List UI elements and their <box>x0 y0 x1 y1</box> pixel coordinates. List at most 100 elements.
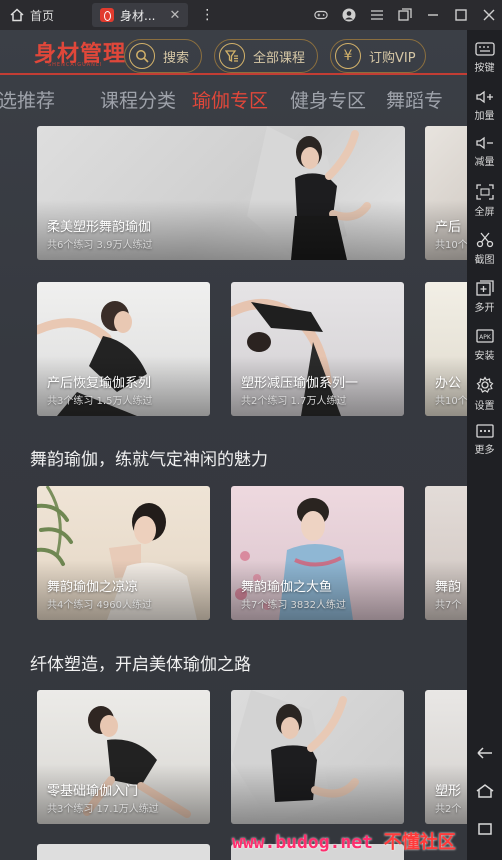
watermark-url: www.budog.net <box>232 832 373 853</box>
tab-course-categories[interactable]: 课程分类 <box>100 86 176 113</box>
filter-icon <box>219 43 245 69</box>
app-tab[interactable]: 身材... ✕ <box>92 3 189 27</box>
tab-fitness-zone[interactable]: 健身专区 <box>290 86 366 113</box>
house-icon <box>10 8 24 22</box>
nav-home-button[interactable] <box>467 784 502 801</box>
course-title: 塑形减压瑜伽系列一 <box>241 376 359 391</box>
sidebar-item-keys[interactable]: 按键 <box>467 42 502 74</box>
sidebar-item-label: 截图 <box>474 255 495 266</box>
close-window-icon[interactable] <box>482 8 496 22</box>
sidebar-item-screenshot[interactable]: 截图 <box>467 232 502 266</box>
nav-back-button[interactable] <box>467 746 502 763</box>
app-screen: 身材管理 SHENCAIGUANLI 搜索 全部课程 ¥ 订购VIP 选推荐 课… <box>0 30 467 860</box>
emulator-window: { "window": { "home_tab": "首页", "app_tab… <box>0 0 502 860</box>
course-card[interactable] <box>231 690 404 824</box>
course-title: 零基础瑜伽入门 <box>47 784 139 799</box>
gamepad-icon[interactable] <box>314 8 328 22</box>
course-title: 舞韵瑜伽之大鱼 <box>241 580 333 595</box>
course-meta: 共3个练习 1.5万人练过 <box>47 396 153 407</box>
back-arrow-icon <box>476 747 492 759</box>
course-card[interactable]: 产后恢复瑜伽系列 共3个练习 1.5万人练过 <box>37 282 210 416</box>
course-title: 产后 <box>435 220 462 235</box>
app-tab-label: 身材... <box>120 8 156 23</box>
course-meta: 共10个 <box>435 396 467 407</box>
watermark-brand: 不懂社区 <box>383 832 456 853</box>
scissors-icon <box>476 232 493 248</box>
home-tab-label: 首页 <box>30 8 55 23</box>
course-card[interactable]: 塑形减压瑜伽系列一 共2个练习 1.7万人练过 <box>231 282 404 416</box>
menu-icon[interactable] <box>370 8 384 22</box>
vip-button[interactable]: ¥ 订购VIP <box>330 39 426 73</box>
home-tab[interactable]: 首页 <box>0 0 64 30</box>
sidebar-item-label: 按键 <box>474 63 495 74</box>
app-header: 身材管理 SHENCAIGUANLI 搜索 全部课程 ¥ 订购VIP <box>0 30 467 75</box>
course-meta: 共2个练习 1.7万人练过 <box>241 396 347 407</box>
recents-icon <box>477 823 492 835</box>
course-meta: 共4个练习 4960人练过 <box>47 600 152 611</box>
featured-course-card[interactable]: 柔美塑形舞韵瑜伽 共6个练习 3.9万人练过 <box>37 126 405 260</box>
vip-label: 订购VIP <box>369 50 416 66</box>
app-logo-icon <box>100 8 115 22</box>
course-meta: 共10个 <box>435 240 467 251</box>
search-icon <box>129 43 155 69</box>
sidebar-item-label: 设置 <box>474 401 495 412</box>
sidebar-item-volume-down[interactable]: 减量 <box>467 136 502 168</box>
sidebar-item-label: 全屏 <box>474 207 495 218</box>
course-card[interactable]: 舞韵瑜伽之大鱼 共7个练习 3832人练过 <box>231 486 404 620</box>
minimize-icon[interactable] <box>426 8 440 22</box>
tab-recommended[interactable]: 选推荐 <box>0 86 55 113</box>
user-avatar-icon[interactable] <box>342 8 356 22</box>
sidebar-item-label: 多开 <box>474 303 495 314</box>
course-title: 办公 <box>435 376 462 391</box>
course-card[interactable]: 舞韵 共7个 <box>425 486 467 620</box>
course-card[interactable]: 办公 共10个 <box>425 282 467 416</box>
course-title: 柔美塑形舞韵瑜伽 <box>47 220 152 235</box>
course-card[interactable]: 零基础瑜伽入门 共3个练习 17.1万人练过 <box>37 690 210 824</box>
search-button[interactable]: 搜索 <box>124 39 202 73</box>
category-tabs: 选推荐 课程分类 瑜伽专区 健身专区 舞蹈专 <box>0 80 467 120</box>
sidebar-item-multi[interactable]: 多开 <box>467 280 502 314</box>
course-title: 塑形 <box>435 784 462 799</box>
section-title: 舞韵瑜伽，练就气定神闲的魅力 <box>30 450 268 470</box>
course-title: 舞韵瑜伽之凉凉 <box>47 580 139 595</box>
window-controls <box>314 0 496 30</box>
keyboard-icon <box>474 42 495 56</box>
apk-install-icon: APK <box>475 329 494 343</box>
course-card[interactable]: 塑形 共2个 <box>425 690 467 824</box>
restore-icon[interactable] <box>398 8 412 22</box>
sidebar-item-fullscreen[interactable]: 全屏 <box>467 184 502 218</box>
nav-recents-button[interactable] <box>467 822 502 839</box>
sidebar-item-install[interactable]: APK 安装 <box>467 328 502 362</box>
emulator-tab-bar: 首页 身材... ✕ ⋮ <box>0 0 502 30</box>
course-title: 舞韵 <box>435 580 462 595</box>
all-courses-label: 全部课程 <box>253 50 306 66</box>
gear-icon <box>476 376 493 393</box>
card-shade <box>231 764 404 824</box>
volume-down-icon <box>475 136 493 150</box>
sidebar-item-label: 安装 <box>474 351 495 362</box>
tab-more-button[interactable]: ⋮ <box>200 7 214 23</box>
all-courses-button[interactable]: 全部课程 <box>214 39 318 73</box>
home-icon <box>476 784 493 798</box>
sidebar-item-label: 更多 <box>474 445 495 456</box>
course-meta: 共2个 <box>435 804 462 815</box>
course-card-partial[interactable] <box>37 844 210 860</box>
sidebar-item-settings[interactable]: 设置 <box>467 376 502 412</box>
course-card[interactable]: 舞韵瑜伽之凉凉 共4个练习 4960人练过 <box>37 486 210 620</box>
more-dots-icon <box>475 424 494 438</box>
course-title: 产后恢复瑜伽系列 <box>47 376 152 391</box>
close-tab-button[interactable]: ✕ <box>169 8 180 23</box>
sidebar-item-volume-up[interactable]: 加量 <box>467 90 502 122</box>
emulator-sidebar: 按键 加量 减量 全屏 截图 多开 APK 安装 设置 更多 <box>467 30 502 860</box>
sidebar-item-more[interactable]: 更多 <box>467 424 502 456</box>
search-label: 搜索 <box>163 50 190 66</box>
tab-yoga-zone[interactable]: 瑜伽专区 <box>192 86 268 113</box>
yuan-icon: ¥ <box>335 43 361 69</box>
tab-dance-zone[interactable]: 舞蹈专 <box>386 86 443 113</box>
course-meta: 共6个练习 3.9万人练过 <box>47 240 153 251</box>
maximize-icon[interactable] <box>454 8 468 22</box>
course-meta: 共3个练习 17.1万人练过 <box>47 804 159 815</box>
featured-course-card-2[interactable]: 产后 共10个 <box>425 126 467 260</box>
course-meta: 共7个练习 3832人练过 <box>241 600 346 611</box>
site-watermark: www.budog.net 不懂社区 <box>232 828 456 854</box>
